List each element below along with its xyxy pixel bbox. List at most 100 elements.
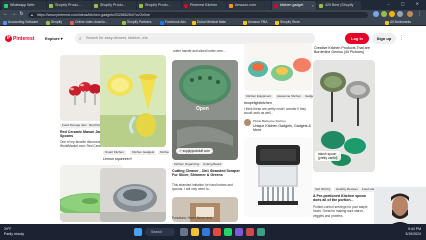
task-view-icon[interactable]	[180, 228, 188, 236]
extension-icon[interactable]	[397, 11, 403, 17]
bookmark-icon	[3, 21, 7, 25]
browser-tab-bar: Whatsapp Web Shopify Produ... Shopify Pr…	[0, 0, 426, 10]
pin-title[interactable]: A Pre-portioned Kitchen spoon does all o…	[313, 194, 375, 203]
pin-chip[interactable]: Cutting Board	[201, 162, 224, 167]
tab-kitchen-gadget[interactable]: kitchen gadget ×	[272, 1, 316, 10]
author-name[interactable]: Pinkie Barbecue Kitchen	[253, 119, 313, 123]
pin-description: Portion-control servings for your staple…	[313, 205, 368, 218]
weather-widget[interactable]: 29°F Partly cloudy	[4, 227, 24, 236]
tab-shopify-2[interactable]: Shopify Produ...	[92, 1, 136, 10]
meat-tenderizer-image	[244, 137, 312, 217]
explore-dropdown[interactable]: Explore ▾	[45, 34, 63, 44]
facebook-icon	[160, 21, 164, 25]
windows-start-icon[interactable]	[134, 228, 142, 236]
pin-chip[interactable]: Food Storage Jars	[60, 123, 89, 128]
signup-button[interactable]: Sign up	[372, 33, 396, 44]
bookmark-item[interactable]: Shopify	[46, 19, 62, 26]
pin-chip[interactable]: Kitchen D...	[158, 150, 169, 155]
shopify-icon	[94, 3, 98, 8]
extension-icon[interactable]	[389, 11, 395, 17]
pin-chip[interactable]: Kitchen Equipment	[244, 94, 274, 99]
chrome-icon[interactable]	[213, 228, 221, 236]
pin-chip[interactable]: Kitchen Gadgets	[130, 150, 157, 155]
forward-icon[interactable]: →	[10, 11, 17, 18]
pin-title[interactable]: Creative Kitchen Products That are Borde…	[314, 46, 376, 55]
bookmark-item[interactable]: Shopify Store	[275, 19, 300, 26]
shopify-icon	[139, 3, 143, 8]
pin-image-lemon-squeezer[interactable]	[100, 55, 166, 147]
bookmark-item[interactable]: Dubai Medical Mate	[192, 19, 226, 26]
spice-bowls-image	[244, 43, 312, 91]
avatar[interactable]	[244, 119, 251, 126]
pin-title[interactable]: Lemon squeezer!!	[103, 157, 166, 161]
pot-sink-image	[100, 168, 166, 222]
app-icon[interactable]	[246, 228, 254, 236]
pin-image-meat-tenderizer[interactable]	[244, 137, 312, 217]
close-tab-icon[interactable]: ×	[312, 1, 314, 10]
tab-pinterest[interactable]: Pinterest Kitchen	[182, 1, 226, 10]
extension-icon[interactable]	[373, 11, 379, 17]
bookmark-item[interactable]: Online video downlo...	[70, 19, 107, 26]
edge-icon[interactable]	[202, 228, 210, 236]
all-bookmarks[interactable]: All Bookmarks	[385, 19, 411, 26]
pin-chip[interactable]: Kitchen Organizing	[172, 162, 202, 167]
pin-image-pot-sink[interactable]	[100, 168, 166, 222]
reload-icon[interactable]: ↻	[18, 11, 25, 18]
bookmark-item[interactable]: Facebook Ads	[160, 19, 186, 26]
pin-image-spice-bowls[interactable]	[244, 43, 312, 91]
extension-icon[interactable]	[381, 11, 387, 17]
shopify-icon	[122, 21, 126, 25]
pin-chip[interactable]: Gadgets	[303, 94, 313, 99]
domain-badge[interactable]: ↗ supplypodstuff.com	[176, 148, 213, 154]
pin-title[interactable]: Cutting Cleaver - 3in1 Stranded Scraper …	[172, 169, 244, 178]
pin-label-badge[interactable]: starch spoon (pretty useful)	[315, 151, 341, 161]
taskbar-search[interactable]: Search	[145, 228, 175, 236]
tab-420-best[interactable]: 420 Best (Shopify	[317, 1, 361, 10]
search-icon: ⌕	[79, 36, 82, 41]
tab-amazon[interactable]: Amazon.com	[227, 1, 271, 10]
login-button[interactable]: Log in	[345, 33, 369, 44]
app-icon[interactable]	[235, 228, 243, 236]
tab-shopify-1[interactable]: Shopify Produ...	[47, 1, 91, 10]
folder-icon	[243, 21, 247, 25]
app-icon[interactable]	[257, 228, 265, 236]
amazon-icon	[229, 3, 233, 8]
back-icon[interactable]: ←	[2, 11, 9, 18]
pin-chip[interactable]: Awesome Kitchen	[275, 94, 303, 99]
bookmark-item[interactable]: Shopify Partners	[122, 19, 151, 26]
pin-chip[interactable]: Smart Kitchen	[103, 150, 126, 155]
pin-chip[interactable]: Food Hacks	[360, 187, 375, 192]
shopify-icon	[319, 3, 323, 8]
bookmark-item[interactable]: Amazon FBA	[243, 19, 267, 26]
pin-description: This stranded imitation for hand knives …	[172, 183, 233, 192]
whatsapp-taskbar-icon[interactable]	[224, 228, 232, 236]
open-pin-label[interactable]: Open	[196, 106, 209, 112]
file-explorer-icon[interactable]	[191, 228, 199, 236]
os-taskbar: 29°F Partly cloudy Search 9:44 PM 3/19/2…	[0, 224, 426, 240]
shopify-icon	[49, 3, 53, 8]
link-icon: ↗	[179, 149, 182, 153]
bookmarks-bar: Accounting Software Shopify Online video…	[0, 19, 426, 26]
profile-avatar[interactable]	[407, 11, 413, 17]
pin-chip[interactable]: Sell Worthy	[313, 187, 333, 192]
tab-whatsapp[interactable]: Whatsapp Web	[2, 1, 46, 10]
address-bar-row: ← → ↻ 🔒︎ https://www.pinterest.com/ideas…	[0, 10, 426, 19]
url-field[interactable]: 🔒︎ https://www.pinterest.com/ideas/kitch…	[28, 11, 368, 18]
browser-menu-icon[interactable]: ⋮	[416, 11, 423, 18]
pinterest-wordmark[interactable]: Pinterest	[13, 36, 34, 42]
pin-hashtags[interactable]: #supelightkitchen	[244, 101, 312, 105]
pin-description: I think these are pretty neat! I wonder …	[244, 107, 307, 116]
clock[interactable]: 9:44 PM 3/19/2024	[405, 227, 421, 236]
more-options-icon[interactable]: ⋮	[399, 35, 404, 41]
tab-shopify-3[interactable]: Shopify Produ...	[137, 1, 181, 10]
pin-title[interactable]: Unique Kitchen Gadgets, Gadgets & More	[253, 124, 313, 133]
pinterest-logo-icon[interactable]: P	[5, 35, 12, 42]
lock-icon: 🔒︎	[31, 12, 33, 17]
pinterest-icon	[184, 3, 188, 8]
folder-icon	[192, 21, 196, 25]
bookmark-item[interactable]: Accounting Software	[3, 19, 38, 26]
pin-chip[interactable]: Healthy Recipes	[334, 187, 360, 192]
window-controls[interactable]: – ▢ ✕	[387, 1, 424, 6]
whatsapp-icon	[4, 3, 8, 8]
pin-title[interactable]: Functions: Home Decor and	[172, 216, 238, 220]
